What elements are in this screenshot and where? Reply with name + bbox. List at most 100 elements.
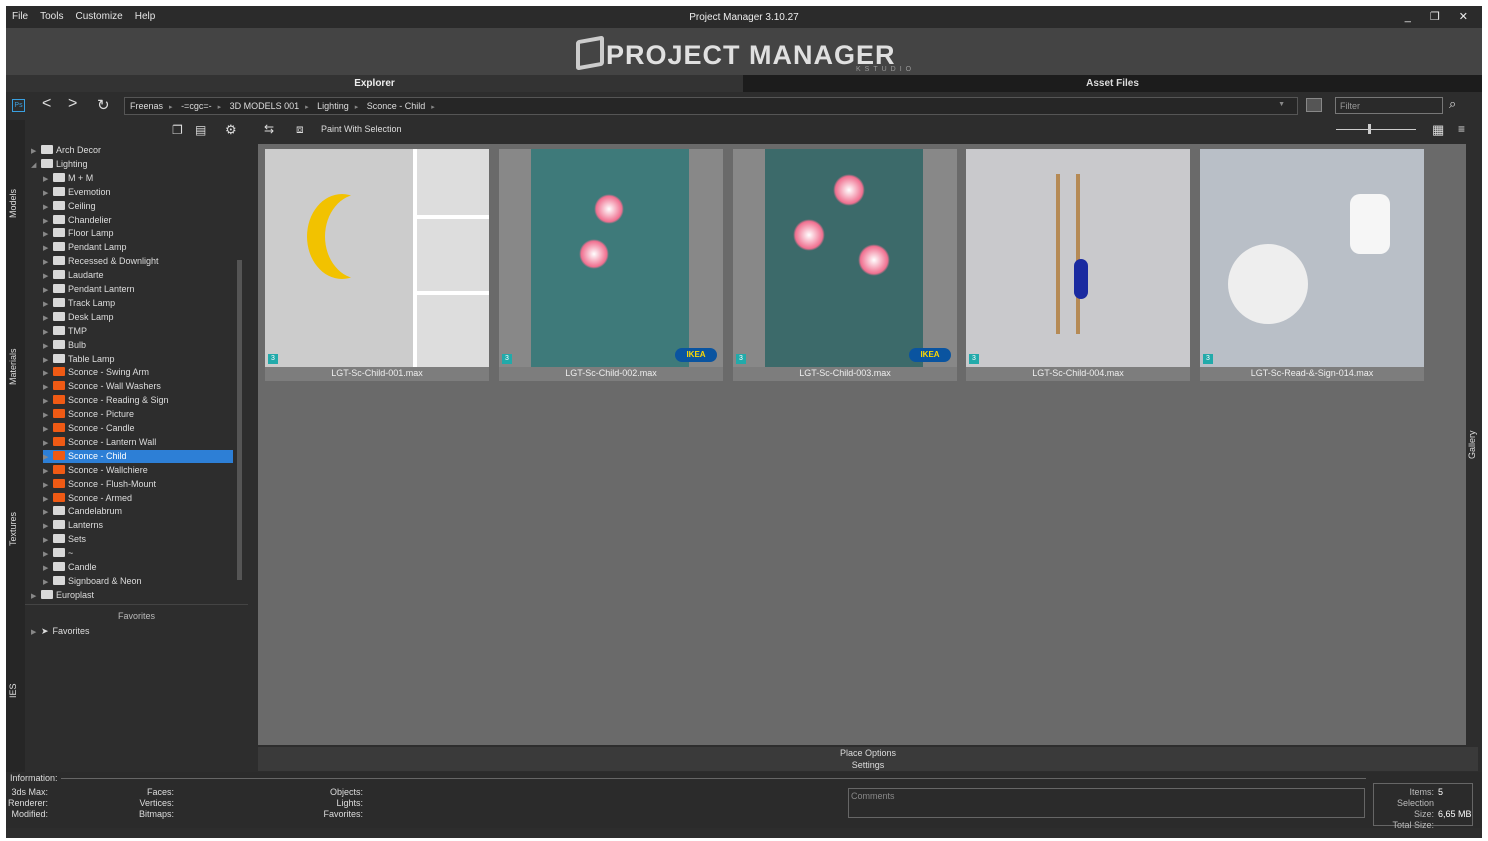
vtab-textures[interactable]: Textures (8, 512, 18, 546)
expand-arrow-icon[interactable]: ▶ (43, 437, 53, 450)
expand-arrow-icon[interactable]: ▶ (43, 187, 53, 200)
tree-scrollbar[interactable] (237, 260, 242, 580)
vtab-materials[interactable]: Materials (8, 348, 18, 385)
expand-arrow-icon[interactable]: ◢ (31, 159, 41, 172)
asset-card[interactable]: 3 LGT-Sc-Read-&-Sign-014.max (1200, 149, 1424, 381)
expand-arrow-icon[interactable]: ▶ (43, 493, 53, 506)
tree-item[interactable]: ▶ Candelabrum (43, 505, 122, 518)
tree-item[interactable]: ▶ Signboard & Neon (43, 575, 142, 588)
paint-cube-icon[interactable]: ⧈ (296, 122, 304, 137)
tree-item[interactable]: ▶ M + M (43, 172, 93, 185)
sort-icon[interactable]: ≡ (1458, 122, 1465, 136)
expand-arrow-icon[interactable]: ▶ (31, 590, 41, 603)
layout-icon[interactable]: ▤ (195, 123, 206, 137)
expand-arrow-icon[interactable]: ▶ (43, 562, 53, 575)
forward-icon[interactable]: > (68, 95, 77, 113)
expand-arrow-icon[interactable]: ▶ (43, 326, 53, 339)
chevron-down-icon[interactable]: ▼ (1278, 101, 1285, 108)
tree-item[interactable]: ▶ Sconce - Flush-Mount (43, 478, 156, 491)
expand-arrow-icon[interactable]: ▶ (43, 381, 53, 394)
slider-handle[interactable] (1368, 124, 1371, 134)
filter-input[interactable]: Filter (1335, 97, 1443, 114)
expand-arrow-icon[interactable]: ▶ (31, 145, 41, 158)
expand-arrow-icon[interactable]: ▶ (43, 576, 53, 589)
new-window-icon[interactable]: ❐ (172, 123, 183, 137)
tree-item[interactable]: ▶ Sconce - Swing Arm (43, 366, 149, 379)
tree-item[interactable]: ▶ Bulb (43, 339, 86, 352)
tree-item[interactable]: ▶ Pendant Lantern (43, 283, 135, 296)
tab-explorer[interactable]: Explorer (6, 75, 743, 92)
tree-item[interactable]: ▶ Arch Decor (31, 144, 101, 157)
expand-arrow-icon[interactable]: ▶ (43, 173, 53, 186)
expand-arrow-icon[interactable]: ▶ (43, 201, 53, 214)
tree-item[interactable]: ▶ Sconce - Wallchiere (43, 464, 148, 477)
expand-arrow-icon[interactable]: ▶ (43, 242, 53, 255)
asset-card[interactable]: 3 LGT-Sc-Child-001.max (265, 149, 489, 381)
tree-item[interactable]: ▶ Track Lamp (43, 297, 115, 310)
expand-arrow-icon[interactable]: ▶ (43, 423, 53, 436)
tree-item[interactable]: ▶ Lanterns (43, 519, 103, 532)
expand-arrow-icon[interactable]: ▶ (43, 409, 53, 422)
expand-arrow-icon[interactable]: ▶ (43, 354, 53, 367)
favorites-item[interactable]: ▶ ➤ Favorites (31, 625, 90, 638)
expand-arrow-icon[interactable]: ▶ (43, 479, 53, 492)
gallery-side-label[interactable]: Gallery (1467, 430, 1477, 459)
tree-item[interactable]: ▶ TMP (43, 325, 87, 338)
tree-item[interactable]: ▶ Sconce - Armed (43, 492, 132, 505)
expand-arrow-icon[interactable]: ▶ (43, 270, 53, 283)
tree-item[interactable]: ▶ Chandelier (43, 214, 112, 227)
tab-asset-files[interactable]: Asset Files (743, 75, 1482, 92)
expand-arrow-icon[interactable]: ▶ (43, 534, 53, 547)
expand-arrow-icon[interactable]: ▶ (43, 367, 53, 380)
comments-field[interactable]: Comments (848, 788, 1365, 818)
expand-arrow-icon[interactable]: ▶ (43, 284, 53, 297)
tree-item[interactable]: ▶ Sconce - Picture (43, 408, 134, 421)
tree-item[interactable]: ▶ Sconce - Candle (43, 422, 135, 435)
crumb[interactable]: 3D MODELS 001 (230, 101, 300, 111)
window-controls[interactable]: _ ❐ ✕ (1405, 10, 1476, 23)
tree-item[interactable]: ▶ Laudarte (43, 269, 104, 282)
crumb[interactable]: Freenas (130, 101, 163, 111)
tree-item[interactable]: ◢ Lighting (31, 158, 88, 171)
tree-item[interactable]: ▶ Europlast (31, 589, 94, 602)
tree-item[interactable]: ▶ Desk Lamp (43, 311, 114, 324)
expand-arrow-icon[interactable]: ▶ (43, 256, 53, 269)
grid-view-icon[interactable]: ▦ (1432, 122, 1444, 138)
view-mode-icon[interactable] (1306, 98, 1322, 112)
vtab-ies[interactable]: IES (8, 683, 18, 698)
tree-item[interactable]: ▶ Table Lamp (43, 353, 115, 366)
expand-arrow-icon[interactable]: ▶ (43, 451, 53, 464)
expand-arrow-icon[interactable]: ▶ (43, 312, 53, 325)
tree-item[interactable]: ▶ Sconce - Reading & Sign (43, 394, 169, 407)
vtab-models[interactable]: Models (8, 189, 18, 218)
favorites-header[interactable]: Favorites (25, 611, 248, 621)
expand-arrow-icon[interactable]: ▶ (43, 465, 53, 478)
asset-card[interactable]: IKEA 3 LGT-Sc-Child-002.max (499, 149, 723, 381)
settings[interactable]: Settings (258, 759, 1478, 771)
crumb[interactable]: -=cgc=- (181, 101, 212, 111)
sync-icon[interactable]: ⇆ (264, 122, 274, 136)
tree-item[interactable]: ▶ Sconce - Wall Washers (43, 380, 161, 393)
expand-arrow-icon[interactable]: ▶ (43, 395, 53, 408)
breadcrumb[interactable]: Freenas ▸ -=cgc=- ▸ 3D MODELS 001 ▸ Lightin… (124, 97, 1298, 115)
thumbnail-size-slider[interactable] (1336, 129, 1416, 130)
tree-item[interactable]: ▶ Floor Lamp (43, 227, 114, 240)
tree-item[interactable]: ▶ Sconce - Child (43, 449, 233, 464)
tree-item[interactable]: ▶ ~ (43, 547, 73, 560)
crumb[interactable]: Sconce - Child (367, 101, 426, 111)
search-icon[interactable]: ⌕ (1449, 96, 1456, 112)
paint-with-selection[interactable]: Paint With Selection (321, 124, 402, 134)
crumb[interactable]: Lighting (317, 101, 349, 111)
tree-item[interactable]: ▶ Recessed & Downlight (43, 255, 159, 268)
place-options[interactable]: Place Options (258, 747, 1478, 759)
tree-item[interactable]: ▶ Candle (43, 561, 97, 574)
expand-arrow-icon[interactable]: ▶ (43, 506, 53, 519)
back-icon[interactable]: < (42, 95, 51, 113)
expand-arrow-icon[interactable]: ▶ (43, 340, 53, 353)
expand-arrow-icon[interactable]: ▶ (43, 298, 53, 311)
tree-item[interactable]: ▶ Evemotion (43, 186, 111, 199)
expand-arrow-icon[interactable]: ▶ (43, 520, 53, 533)
expand-arrow-icon[interactable]: ▶ (43, 548, 53, 561)
expand-arrow-icon[interactable]: ▶ (43, 215, 53, 228)
expand-arrow-icon[interactable]: ▶ (43, 228, 53, 241)
